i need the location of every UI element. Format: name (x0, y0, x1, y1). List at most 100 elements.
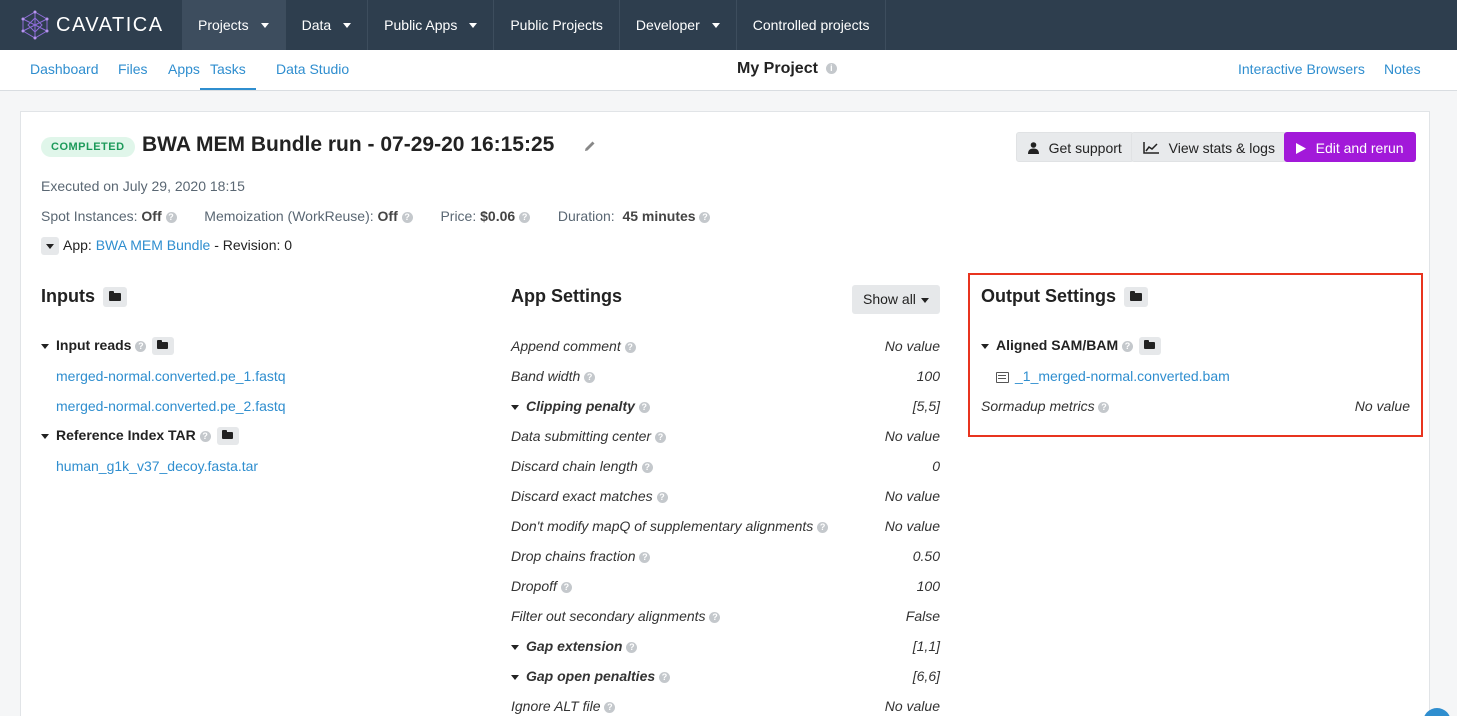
user-icon (1028, 141, 1043, 156)
help-icon[interactable]: ? (638, 401, 650, 413)
app-info-toggle[interactable] (41, 237, 59, 256)
app-setting-value: No value (884, 518, 940, 534)
help-icon[interactable]: ? (1098, 401, 1110, 413)
help-icon[interactable]: ? (604, 701, 616, 713)
app-setting-group[interactable]: Gap open penalties ? (511, 668, 671, 684)
nav-controlled-projects-label: Controlled projects (752, 17, 870, 33)
chevron-down-icon (260, 22, 269, 28)
help-icon[interactable]: ? (1122, 340, 1133, 352)
app-setting-value: No value (884, 338, 940, 354)
input-group-input-reads[interactable]: Input reads ? (41, 337, 175, 356)
link-notes[interactable]: Notes (1384, 50, 1421, 90)
app-setting-label: Ignore ALT file (511, 698, 601, 714)
folder-icon[interactable] (1123, 287, 1148, 308)
project-subnav: Dashboard Files Apps Tasks Data Studio M… (0, 50, 1457, 91)
input-file-link[interactable]: merged-normal.converted.pe_2.fastq (56, 398, 286, 414)
app-settings-title: App Settings (511, 286, 622, 306)
project-title: My Project i (737, 50, 837, 88)
executed-date: Executed on July 29, 2020 18:15 (41, 178, 245, 194)
view-stats-logs-label: View stats & logs (1168, 140, 1275, 156)
input-file-link[interactable]: human_g1k_v37_decoy.fasta.tar (56, 458, 258, 474)
output-file-link[interactable]: _1_merged-normal.converted.bam (1015, 368, 1230, 384)
edit-and-rerun-button[interactable]: Edit and rerun (1284, 132, 1416, 162)
nav-public-apps[interactable]: Public Apps (368, 0, 495, 50)
output-file-row: _1_merged-normal.converted.bam (996, 368, 1230, 384)
app-setting-value: 100 (916, 368, 940, 384)
nav-controlled-projects[interactable]: Controlled projects (737, 0, 887, 50)
app-setting-row: Discard chain length ? (511, 458, 653, 474)
app-setting-label: Drop chains fraction (511, 548, 636, 564)
app-setting-row: Discard exact matches ? (511, 488, 668, 504)
output-metric-value: No value (1354, 398, 1410, 414)
help-icon[interactable]: ? (624, 341, 636, 353)
app-setting-row: Ignore ALT file ? (511, 698, 616, 714)
price-label: Price: (440, 208, 477, 224)
tab-tasks[interactable]: Tasks (200, 50, 256, 90)
caret-down-icon (511, 404, 519, 410)
app-setting-group[interactable]: Clipping penalty ? (511, 398, 650, 414)
app-link[interactable]: BWA MEM Bundle (96, 237, 211, 253)
tab-data-studio[interactable]: Data Studio (276, 50, 349, 90)
help-icon[interactable]: ? (519, 211, 531, 223)
folder-icon[interactable] (216, 427, 239, 446)
show-all-dropdown[interactable]: Show all (852, 285, 940, 314)
app-setting-value: 0 (932, 458, 940, 474)
app-setting-label: Data submitting center (511, 428, 652, 444)
output-group-aligned-bam[interactable]: Aligned SAM/BAM ? (981, 337, 1161, 356)
caret-down-icon (41, 433, 49, 439)
app-setting-group[interactable]: Gap extension ? (511, 638, 638, 654)
app-setting-label: Gap open penalties (526, 668, 656, 684)
app-setting-value: No value (884, 488, 940, 504)
app-setting-row: Drop chains fraction ? (511, 548, 651, 564)
folder-icon[interactable] (103, 287, 127, 308)
help-icon[interactable]: ? (165, 211, 177, 223)
help-icon[interactable]: ? (659, 671, 671, 683)
caret-down-icon (41, 343, 49, 349)
help-icon[interactable]: ? (639, 551, 651, 563)
nav-data[interactable]: Data (286, 0, 369, 50)
help-icon[interactable]: ? (654, 431, 666, 443)
edit-and-rerun-label: Edit and rerun (1315, 140, 1404, 156)
brand-logo[interactable]: CAVATICA (0, 0, 182, 50)
duration-value: 45 minutes (622, 208, 696, 224)
caret-down-icon (511, 644, 519, 650)
app-setting-value: No value (884, 698, 940, 714)
app-setting-value: 0.50 (912, 548, 940, 564)
cavatica-logo-icon (21, 10, 49, 40)
folder-icon[interactable] (152, 337, 175, 356)
nav-projects[interactable]: Projects (182, 0, 286, 50)
help-icon[interactable]: ? (699, 211, 711, 223)
tab-dashboard[interactable]: Dashboard (30, 50, 99, 90)
top-navbar: CAVATICA Projects Data Public Apps Publi… (0, 0, 1457, 50)
help-icon[interactable]: ? (641, 461, 653, 473)
nav-public-projects[interactable]: Public Projects (494, 0, 620, 50)
view-stats-logs-button[interactable]: View stats & logs (1131, 132, 1287, 162)
tab-files[interactable]: Files (118, 50, 148, 90)
help-icon[interactable]: ? (199, 430, 211, 442)
app-setting-label: Dropoff (511, 578, 557, 594)
help-icon[interactable]: ? (626, 641, 638, 653)
output-metric-label-text: Sormadup metrics (981, 398, 1095, 414)
tab-apps[interactable]: Apps (168, 50, 200, 90)
duration-label: Duration: (557, 208, 615, 224)
get-support-button[interactable]: Get support (1016, 132, 1134, 162)
play-icon (1296, 141, 1310, 156)
show-all-label: Show all (863, 291, 916, 307)
link-interactive-browsers[interactable]: Interactive Browsers (1238, 50, 1365, 90)
folder-icon[interactable] (1139, 337, 1161, 356)
input-group-reference-index[interactable]: Reference Index TAR ? (41, 427, 239, 446)
help-icon[interactable]: ? (656, 491, 668, 503)
inputs-title-text: Inputs (41, 286, 95, 306)
help-icon[interactable]: ? (135, 340, 147, 352)
help-icon[interactable]: ? (401, 211, 413, 223)
help-icon[interactable]: ? (709, 611, 721, 623)
app-setting-row: Band width ? (511, 368, 596, 384)
pencil-icon[interactable] (584, 140, 596, 152)
nav-developer[interactable]: Developer (620, 0, 737, 50)
input-file-link[interactable]: merged-normal.converted.pe_1.fastq (56, 368, 286, 384)
task-title: BWA MEM Bundle run - 07-29-20 16:15:25 (142, 133, 555, 156)
help-icon[interactable]: ? (584, 371, 596, 383)
info-icon[interactable]: i (825, 63, 837, 75)
app-setting-value: False (905, 608, 940, 624)
help-icon[interactable]: ? (560, 581, 572, 593)
